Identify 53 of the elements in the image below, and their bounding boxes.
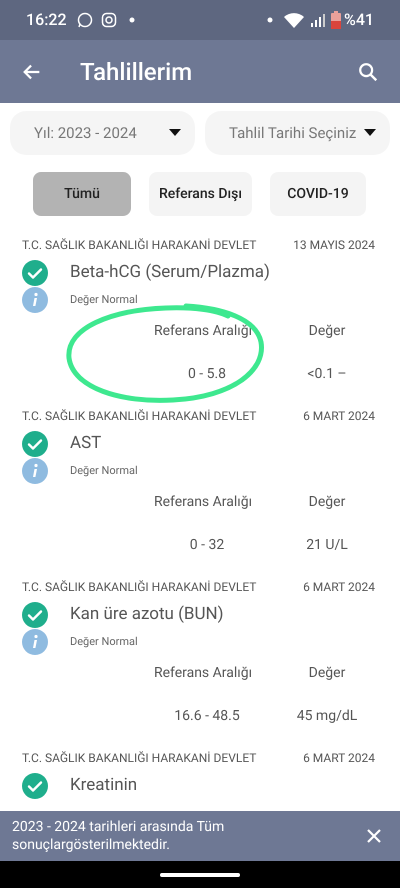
wifi-icon — [283, 12, 306, 28]
check-icon — [22, 773, 48, 799]
home-indicator[interactable] — [160, 872, 240, 876]
result-date: 6 MART 2024 — [303, 750, 375, 767]
column-header: Değer — [308, 493, 346, 512]
test-name[interactable]: Kan üre azotu (BUN) — [70, 602, 224, 628]
status-text: Değer Normal — [70, 292, 138, 308]
signal-icon — [309, 13, 328, 27]
column-header: Referans Aralığı — [152, 322, 254, 341]
column-header: Referans Aralığı — [152, 664, 254, 683]
info-icon — [22, 629, 48, 655]
chat-icon — [76, 12, 93, 28]
info-icon — [22, 287, 48, 313]
info-icon — [22, 458, 48, 484]
lab-source: T.C. SAĞLIK BAKANLIĞI HARAKANİ DEVLET — [22, 750, 256, 767]
caret-icon — [169, 129, 181, 137]
filter-tab[interactable]: Tümü — [33, 172, 131, 216]
check-icon — [22, 602, 48, 628]
result-date: 6 MART 2024 — [303, 408, 375, 425]
lab-source: T.C. SAĞLIK BAKANLIĞI HARAKANİ DEVLET — [22, 408, 256, 425]
page-title: Tahlillerim — [80, 56, 192, 88]
dot-icon — [267, 17, 274, 23]
result-value: 21 U/L — [305, 536, 349, 555]
result-value: 45 mg/dL — [296, 707, 358, 726]
test-name[interactable]: Kreatinin — [70, 773, 138, 799]
filter-tab[interactable]: Referans Dışı — [149, 172, 252, 216]
snackbar-message: 2023 - 2024 tarihleri arasında Tüm sonuçlargösterilmektedir. — [12, 818, 226, 854]
lab-source: T.C. SAĞLIK BAKANLIĞI HARAKANİ DEVLET — [22, 579, 256, 596]
column-header: Değer — [308, 664, 346, 683]
filter-tab[interactable]: COVID-19 — [270, 172, 366, 216]
reference-range: 0 - 32 — [188, 536, 226, 555]
column-header: Değer — [308, 322, 346, 341]
result-date: 6 MART 2024 — [303, 579, 375, 596]
filter-dropdown[interactable]: Tahlil Tarihi Seçiniz — [205, 111, 390, 155]
dot-icon — [128, 17, 135, 23]
battery-level: %41 — [344, 9, 374, 31]
lab-source: T.C. SAĞLIK BAKANLIĞI HARAKANİ DEVLET — [22, 237, 256, 254]
status-text: Değer Normal — [70, 462, 138, 479]
caret-icon — [364, 129, 376, 137]
filter-dropdown[interactable]: Yıl: 2023 - 2024 — [10, 111, 195, 155]
test-name[interactable]: AST — [70, 431, 102, 457]
result-value: <0.1 – — [306, 365, 348, 384]
battery-icon — [331, 11, 342, 29]
check-icon — [22, 431, 48, 457]
camera-icon — [100, 12, 117, 28]
check-icon — [22, 260, 48, 286]
status-text: Değer Normal — [70, 634, 138, 650]
column-header: Referans Aralığı — [152, 493, 254, 512]
result-date: 13 MAYIS 2024 — [293, 237, 375, 254]
test-name[interactable]: Beta-hCG (Serum/Plazma) — [70, 260, 270, 286]
reference-range: 16.6 - 48.5 — [173, 707, 241, 726]
clock: 16:22 — [26, 9, 67, 31]
reference-range: 0 - 5.8 — [186, 365, 228, 384]
